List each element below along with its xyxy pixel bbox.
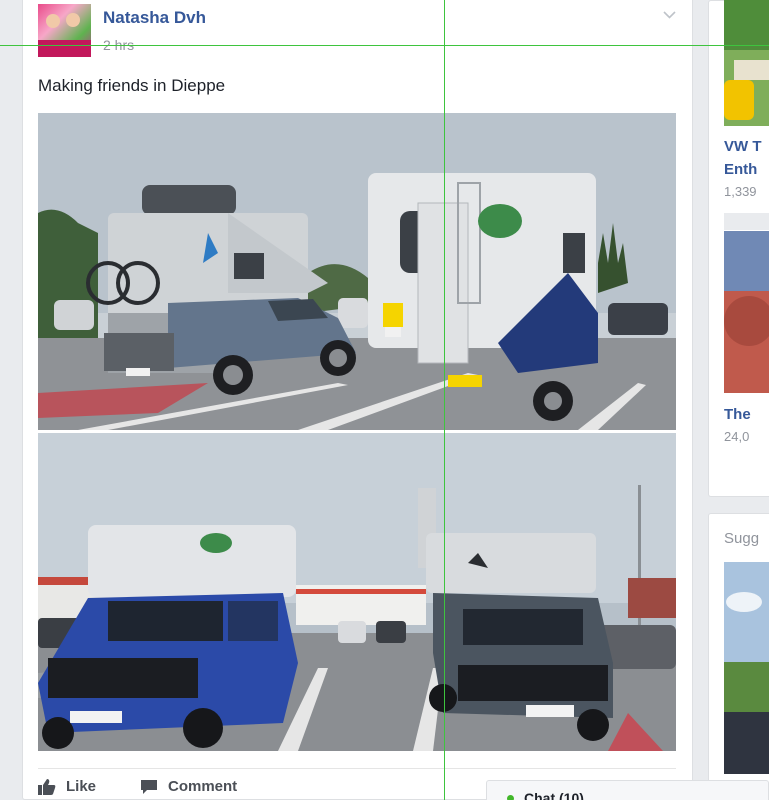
like-button[interactable]: Like [38, 778, 96, 795]
guide-line-vertical [444, 0, 445, 800]
author-name[interactable]: Natasha Dvh [103, 8, 206, 28]
comment-button[interactable]: Comment [140, 778, 237, 795]
post-message: Making friends in Dieppe [38, 76, 226, 95]
comment-bubble-icon [140, 779, 158, 795]
suggested-thumbnail[interactable] [724, 562, 769, 774]
like-label: Like [66, 778, 97, 795]
sidebar-item-title[interactable]: The [724, 406, 769, 423]
sidebar-item-title[interactable]: VW T [724, 138, 769, 155]
guide-line-horizontal [0, 45, 769, 46]
comment-label: Comment [168, 778, 238, 795]
sidebar-separator [724, 213, 769, 230]
chevron-down-icon[interactable] [663, 6, 676, 22]
chat-label: Chat (10) [524, 790, 584, 800]
post-photo-1[interactable] [38, 113, 676, 430]
thumbs-up-icon [38, 778, 56, 795]
suggested-heading: Sugg [724, 530, 760, 547]
author-avatar[interactable] [38, 4, 91, 57]
online-dot-icon [507, 795, 514, 800]
chat-bar[interactable]: Chat (10) [486, 780, 769, 800]
sidebar-item-title-line2[interactable]: Enth [724, 161, 769, 178]
sidebar-item-count: 24,0 [724, 429, 750, 444]
post-actions-divider [38, 768, 676, 769]
sidebar-item-thumbnail[interactable] [724, 231, 769, 393]
sidebar-item-thumbnail[interactable] [724, 0, 769, 126]
sidebar-item-count: 1,339 [724, 184, 757, 199]
post-photo-2[interactable] [38, 433, 676, 751]
